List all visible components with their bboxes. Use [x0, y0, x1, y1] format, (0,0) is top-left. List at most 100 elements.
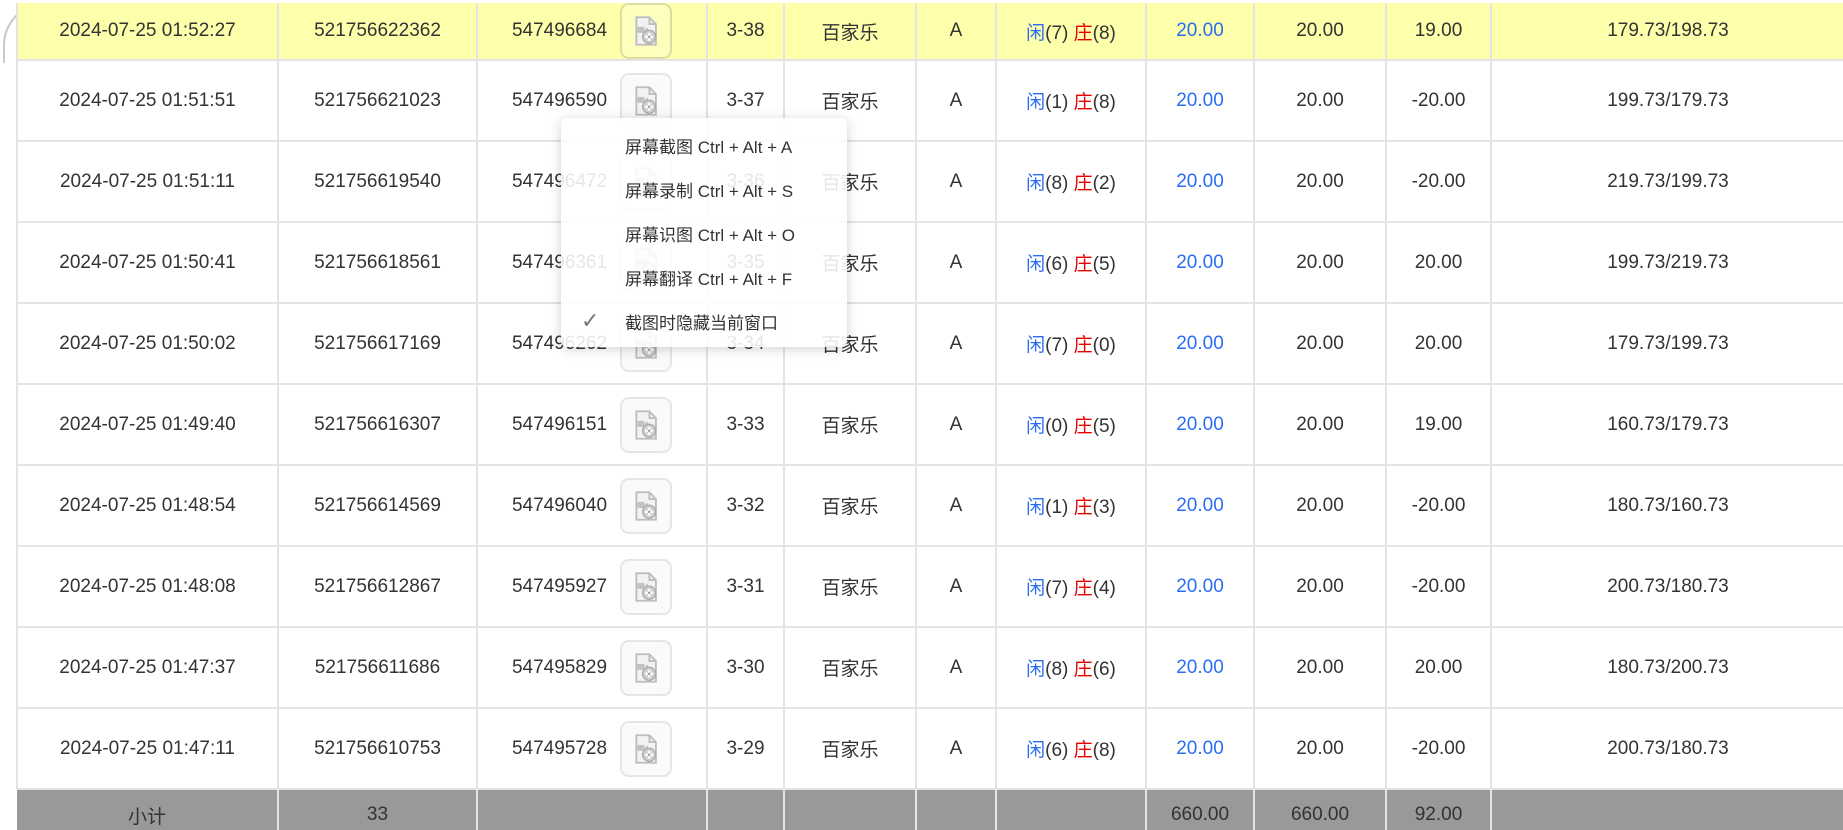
bet-amount-link[interactable]: 20.00 [1176, 333, 1224, 354]
video-record-icon [629, 13, 663, 49]
bet-amount-link[interactable]: 20.00 [1176, 20, 1224, 41]
video-number: 547496684 [512, 20, 607, 42]
banker-score: (2) [1093, 173, 1116, 194]
subtotal-empty-cell [707, 789, 784, 830]
cell-bet-time: 2024-07-25 01:50:41 [17, 222, 278, 303]
video-playback-button[interactable] [620, 478, 672, 534]
subtotal-winloss-total: 92.00 [1386, 789, 1491, 830]
video-number: 547495829 [512, 657, 607, 679]
player-score: (7) [1045, 23, 1068, 44]
menu-item-label: 屏幕录制 Ctrl + Alt + S [625, 177, 793, 202]
cell-winloss: -20.00 [1386, 708, 1491, 789]
cell-balance: 180.73/200.73 [1491, 627, 1843, 708]
menu-item-屏幕录制[interactable]: 屏幕录制 Ctrl + Alt + S [561, 167, 847, 211]
table-row[interactable]: 2024-07-25 01:48:54 521756614569 5474960… [17, 465, 1843, 546]
banker-label: 庄 [1074, 92, 1093, 113]
table-row[interactable]: 2024-07-25 01:50:41 521756618561 5474963… [17, 222, 1843, 303]
cell-game-type: 百家乐 [784, 708, 916, 789]
subtotal-label: 小计 [17, 789, 278, 830]
video-playback-button[interactable] [620, 397, 672, 453]
cell-balance: 160.73/179.73 [1491, 384, 1843, 465]
table-row[interactable]: 2024-07-25 01:51:51 521756621023 5474965… [17, 60, 1843, 141]
cell-balance: 179.73/198.73 [1491, 3, 1843, 60]
video-playback-button[interactable] [620, 640, 672, 696]
player-score: (8) [1045, 659, 1068, 680]
subtotal-empty-cell [784, 789, 916, 830]
bet-amount-link[interactable]: 20.00 [1176, 576, 1224, 597]
subtotal-valid-total: 660.00 [1254, 789, 1386, 830]
table-row[interactable]: 2024-07-25 01:49:40 521756616307 5474961… [17, 384, 1843, 465]
cell-order-number: 521756610753 [278, 708, 477, 789]
banker-score: (8) [1093, 23, 1116, 44]
cell-valid-amount: 20.00 [1254, 627, 1386, 708]
menu-item-屏幕翻译[interactable]: 屏幕翻译 Ctrl + Alt + F [561, 255, 847, 299]
cell-table-letter: A [916, 384, 996, 465]
menu-item-截图时隐藏当前窗口[interactable]: ✓ 截图时隐藏当前窗口 [561, 299, 847, 343]
video-playback-button[interactable] [620, 721, 672, 777]
player-score: (1) [1045, 92, 1068, 113]
video-playback-button[interactable] [620, 559, 672, 615]
subtotal-empty-cell [477, 789, 707, 830]
table-row[interactable]: 2024-07-25 01:50:02 521756617169 5474962… [17, 303, 1843, 384]
cell-table-letter: A [916, 546, 996, 627]
cell-result: 闲(7) 庄(4) [996, 546, 1146, 627]
checkmark-icon: ✓ [581, 308, 599, 334]
banker-score: (6) [1093, 659, 1116, 680]
banker-label: 庄 [1074, 416, 1093, 437]
table-row[interactable]: 2024-07-25 01:51:11 521756619540 5474964… [17, 141, 1843, 222]
player-label: 闲 [1026, 740, 1045, 761]
bet-amount-link[interactable]: 20.00 [1176, 90, 1224, 111]
bet-amount-link[interactable]: 20.00 [1176, 738, 1224, 759]
bet-amount-link[interactable]: 20.00 [1176, 171, 1224, 192]
video-record-icon [629, 488, 663, 524]
cell-bet-amount: 20.00 [1146, 303, 1254, 384]
menu-item-label: 屏幕识图 Ctrl + Alt + O [625, 221, 795, 246]
cell-result: 闲(8) 庄(6) [996, 627, 1146, 708]
cell-balance: 200.73/180.73 [1491, 546, 1843, 627]
cell-valid-amount: 20.00 [1254, 141, 1386, 222]
video-record-icon [629, 407, 663, 443]
player-score: (8) [1045, 173, 1068, 194]
banker-label: 庄 [1074, 578, 1093, 599]
cell-table-letter: A [916, 708, 996, 789]
bet-amount-link[interactable]: 20.00 [1176, 252, 1224, 273]
banker-score: (8) [1093, 740, 1116, 761]
player-score: (6) [1045, 254, 1068, 275]
bet-amount-link[interactable]: 20.00 [1176, 657, 1224, 678]
player-score: (6) [1045, 740, 1068, 761]
cell-order-number: 521756619540 [278, 141, 477, 222]
player-label: 闲 [1026, 254, 1045, 275]
banker-score: (5) [1093, 254, 1116, 275]
cell-result: 闲(7) 庄(0) [996, 303, 1146, 384]
table-row[interactable]: 2024-07-25 01:47:11 521756610753 5474957… [17, 708, 1843, 789]
table-row[interactable]: 2024-07-25 01:48:08 521756612867 5474959… [17, 546, 1843, 627]
menu-item-屏幕截图[interactable]: 屏幕截图 Ctrl + Alt + A [561, 123, 847, 167]
bet-amount-link[interactable]: 20.00 [1176, 495, 1224, 516]
cell-video: 547495927 [477, 546, 707, 627]
video-playback-button[interactable] [620, 3, 672, 59]
subtotal-empty-cell [996, 789, 1146, 830]
menu-item-屏幕识图[interactable]: 屏幕识图 Ctrl + Alt + O [561, 211, 847, 255]
cell-result: 闲(0) 庄(5) [996, 384, 1146, 465]
cell-winloss: -20.00 [1386, 141, 1491, 222]
cell-winloss: -20.00 [1386, 546, 1491, 627]
cell-game-type: 百家乐 [784, 627, 916, 708]
cell-game-type: 百家乐 [784, 384, 916, 465]
cell-balance: 199.73/179.73 [1491, 60, 1843, 141]
table-row[interactable]: 2024-07-25 01:47:37 521756611686 5474958… [17, 627, 1843, 708]
menu-item-label: 截图时隐藏当前窗口 [625, 309, 778, 334]
cell-video: 547496151 [477, 384, 707, 465]
cell-result: 闲(6) 庄(5) [996, 222, 1146, 303]
bet-amount-link[interactable]: 20.00 [1176, 414, 1224, 435]
cell-round-number: 3-33 [707, 384, 784, 465]
player-label: 闲 [1026, 335, 1045, 356]
player-score: (0) [1045, 416, 1068, 437]
player-score: (7) [1045, 335, 1068, 356]
player-label: 闲 [1026, 497, 1045, 518]
player-label: 闲 [1026, 23, 1045, 44]
betting-records-screen: 2024-07-25 01:52:27 521756622362 5474966… [0, 0, 1843, 830]
cell-valid-amount: 20.00 [1254, 708, 1386, 789]
cell-winloss: -20.00 [1386, 60, 1491, 141]
table-row[interactable]: 2024-07-25 01:52:27 521756622362 5474966… [17, 3, 1843, 60]
video-number: 547495927 [512, 576, 607, 598]
